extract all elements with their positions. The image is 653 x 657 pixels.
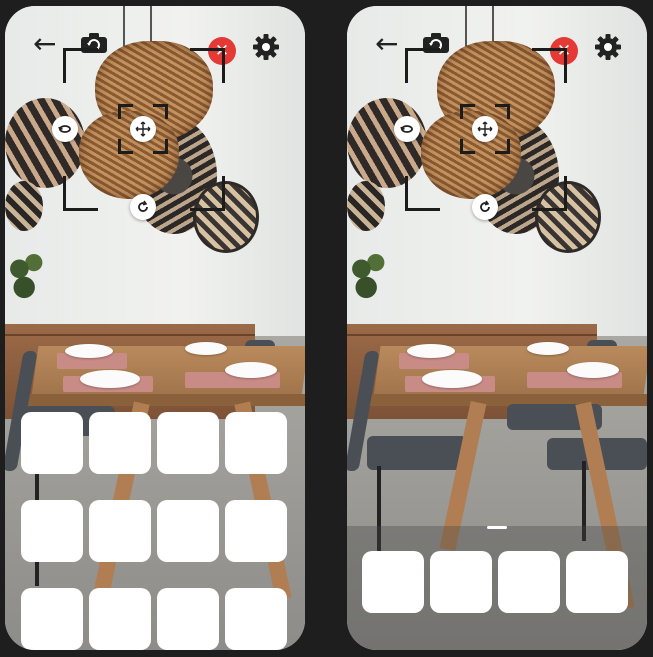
phone-screen-expanded: ← ✕ bbox=[5, 6, 305, 650]
dish bbox=[225, 362, 277, 378]
chair bbox=[367, 436, 467, 470]
dish bbox=[80, 370, 140, 388]
move-arrows-icon[interactable] bbox=[130, 116, 156, 142]
wall-plate bbox=[347, 98, 427, 188]
flip-icon[interactable] bbox=[52, 116, 78, 142]
move-arrows-icon[interactable] bbox=[472, 116, 498, 142]
gear-icon[interactable] bbox=[593, 32, 623, 62]
item-tile[interactable] bbox=[498, 551, 560, 613]
back-arrow-icon[interactable]: ← bbox=[375, 30, 398, 58]
lamp-cord bbox=[492, 6, 494, 46]
flip-icon[interactable] bbox=[394, 116, 420, 142]
dish bbox=[65, 344, 113, 358]
item-tile[interactable] bbox=[89, 412, 151, 474]
selection-corner-top-left[interactable] bbox=[405, 48, 440, 83]
item-tile[interactable] bbox=[21, 588, 83, 650]
back-arrow-icon[interactable]: ← bbox=[33, 30, 56, 58]
dish bbox=[185, 342, 227, 355]
selection-corner-bottom-left[interactable] bbox=[63, 176, 98, 211]
selection-corner-top-right[interactable] bbox=[532, 48, 567, 83]
selection-corner-top-left[interactable] bbox=[63, 48, 98, 83]
item-tile[interactable] bbox=[157, 500, 219, 562]
item-tile[interactable] bbox=[566, 551, 628, 613]
gear-icon[interactable] bbox=[251, 32, 281, 62]
item-tile[interactable] bbox=[157, 588, 219, 650]
wall-plate bbox=[347, 181, 385, 231]
lamp-cord bbox=[150, 6, 152, 46]
item-tile[interactable] bbox=[89, 500, 151, 562]
selection-corner-bottom-right[interactable] bbox=[532, 176, 567, 211]
item-tile[interactable] bbox=[225, 412, 287, 474]
rotate-icon[interactable] bbox=[130, 194, 156, 220]
item-tray bbox=[21, 412, 287, 650]
phone-screen-collapsed: ← ✕ bbox=[347, 6, 647, 650]
dish bbox=[422, 370, 482, 388]
item-tile[interactable] bbox=[225, 500, 287, 562]
dish bbox=[567, 362, 619, 378]
table-edge bbox=[25, 394, 305, 406]
drawer-handle[interactable] bbox=[487, 526, 507, 529]
wall-plate bbox=[5, 98, 85, 188]
plant bbox=[347, 244, 395, 306]
rotate-icon[interactable] bbox=[472, 194, 498, 220]
plant bbox=[5, 244, 53, 306]
item-tile[interactable] bbox=[157, 412, 219, 474]
selection-corner-bottom-right[interactable] bbox=[190, 176, 225, 211]
item-tray bbox=[362, 551, 628, 613]
table-edge bbox=[367, 394, 647, 406]
dish bbox=[527, 342, 569, 355]
item-tile[interactable] bbox=[21, 412, 83, 474]
item-tile[interactable] bbox=[362, 551, 424, 613]
item-tile[interactable] bbox=[225, 588, 287, 650]
item-tile[interactable] bbox=[430, 551, 492, 613]
wall-plate bbox=[5, 181, 43, 231]
selection-corner-bottom-left[interactable] bbox=[405, 176, 440, 211]
item-tile[interactable] bbox=[21, 500, 83, 562]
item-tile[interactable] bbox=[89, 588, 151, 650]
selection-corner-top-right[interactable] bbox=[190, 48, 225, 83]
dish bbox=[407, 344, 455, 358]
